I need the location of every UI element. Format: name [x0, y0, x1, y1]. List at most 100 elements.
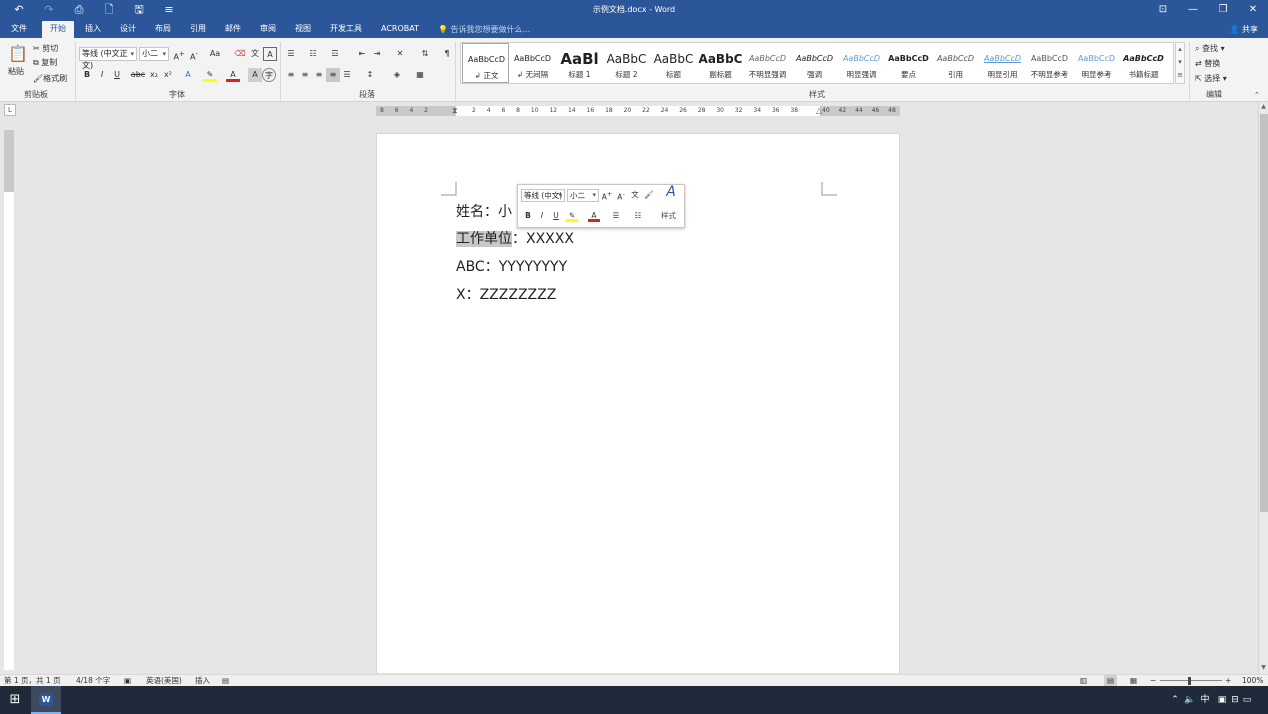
subscript-button[interactable]: x₂ — [147, 68, 161, 82]
style-quote[interactable]: AaBbCcD 引用 — [932, 43, 979, 83]
mini-highlight-icon[interactable]: ✎ — [566, 210, 578, 222]
mini-format-painter-icon[interactable]: 🖌 — [643, 189, 655, 201]
restore-button[interactable]: ❐ — [1208, 0, 1238, 20]
font-size-combo[interactable]: 小二 — [139, 47, 169, 61]
superscript-button[interactable]: x² — [161, 68, 175, 82]
scrollbar-thumb[interactable] — [1260, 114, 1268, 512]
zoom-slider-thumb[interactable] — [1188, 677, 1191, 685]
decrease-indent-icon[interactable]: ⇤ — [355, 47, 369, 61]
paste-button[interactable]: 粘贴 — [8, 66, 24, 77]
selected-text[interactable]: 工作单位 — [456, 231, 512, 247]
ime-settings-icon[interactable]: ⊟ — [1230, 686, 1240, 714]
minimize-button[interactable]: — — [1178, 0, 1208, 20]
align-center-icon[interactable]: ≡ — [298, 68, 312, 82]
mini-underline-button[interactable]: U — [550, 210, 562, 222]
share-button[interactable]: 👤 共享 — [1229, 21, 1258, 38]
zoom-slider[interactable] — [1160, 680, 1222, 681]
tray-chevron-icon[interactable]: ⌃ — [1168, 686, 1182, 714]
line-spacing-icon[interactable]: ↕ — [363, 68, 377, 82]
notification-icon[interactable]: ▭ — [1240, 686, 1254, 714]
justify-icon[interactable]: ≡ — [326, 68, 340, 82]
italic-button[interactable]: I — [95, 68, 109, 82]
style-book-title[interactable]: AaBbCcD 书籍标题 — [1120, 43, 1167, 83]
shrink-font-button[interactable]: A- — [187, 47, 201, 62]
text-effects-icon[interactable]: A — [181, 68, 195, 82]
tab-view[interactable]: 视图 — [288, 21, 318, 38]
font-name-combo[interactable]: 等线 (中文正文) — [79, 47, 137, 70]
style-no-spacing[interactable]: AaBbCcD ↲ 无间隔 — [509, 43, 556, 83]
multilevel-list-icon[interactable]: ☲ — [328, 47, 342, 61]
indent-marker-icon[interactable]: ⧗ — [452, 106, 458, 116]
ime-mode-icon[interactable]: ▣ — [1215, 686, 1229, 714]
style-normal[interactable]: AaBbCcD ↲ 正文 — [462, 43, 509, 83]
show-marks-icon[interactable]: ¶ — [440, 47, 454, 61]
tab-stop-selector[interactable]: L — [4, 104, 16, 116]
mini-italic-button[interactable]: I — [536, 210, 548, 222]
increase-indent-icon[interactable]: ⇥ — [370, 47, 384, 61]
phonetic-guide-icon[interactable]: 文 — [248, 47, 262, 61]
collapse-ribbon-icon[interactable]: ⌃ — [1254, 91, 1260, 99]
document-line-work-unit[interactable]: 工作单位：XXXXX — [456, 228, 574, 248]
distributed-icon[interactable]: ☰ — [340, 68, 354, 82]
tab-file[interactable]: 文件 — [4, 21, 34, 38]
shading-icon[interactable]: ◈ — [390, 68, 404, 82]
font-color-icon[interactable]: A — [226, 68, 240, 82]
style-subtle-emphasis[interactable]: AaBbCcD 不明显强调 — [744, 43, 791, 83]
style-heading-2[interactable]: AaBbC 标题 2 — [603, 43, 650, 83]
style-emphasis[interactable]: AaBbCcD 强调 — [791, 43, 838, 83]
bullets-icon[interactable]: ☰ — [284, 47, 298, 61]
character-border-icon[interactable]: A — [263, 47, 277, 61]
cut-button[interactable]: ✂ 剪切 — [33, 43, 58, 54]
select-button[interactable]: ⇱ 选择 ▾ — [1195, 73, 1227, 84]
sort-icon[interactable]: ⇅ — [418, 47, 432, 61]
style-subtitle[interactable]: AaBbC 副标题 — [697, 43, 744, 83]
bold-button[interactable]: B — [80, 68, 94, 82]
character-shading-icon[interactable]: A — [248, 68, 262, 82]
find-button[interactable]: ⌕ 查找 ▾ — [1195, 43, 1225, 54]
speaker-icon[interactable]: 🔈 — [1183, 686, 1197, 714]
style-intense-emphasis[interactable]: AaBbCcD 明显强调 — [838, 43, 885, 83]
strikethrough-button[interactable]: abc — [130, 68, 146, 82]
align-left-icon[interactable]: ≡ — [284, 68, 298, 82]
mini-shrink-font-button[interactable]: A- — [615, 189, 627, 202]
tab-design[interactable]: 设计 — [113, 21, 143, 38]
borders-icon[interactable]: ▦ — [413, 68, 427, 82]
underline-button[interactable]: U — [110, 68, 124, 82]
mini-font-color-icon[interactable]: A — [588, 210, 600, 222]
style-title[interactable]: AaBbC 标题 — [650, 43, 697, 83]
tab-mailings[interactable]: 邮件 — [218, 21, 248, 38]
tab-layout[interactable]: 布局 — [148, 21, 178, 38]
style-heading-1[interactable]: AaBl 标题 1 — [556, 43, 603, 83]
highlight-color-icon[interactable]: ✎ — [203, 68, 217, 82]
grow-font-button[interactable]: A+ — [172, 47, 186, 62]
align-right-icon[interactable]: ≡ — [312, 68, 326, 82]
copy-button[interactable]: ⧉ 复制 — [33, 57, 57, 68]
vertical-scrollbar[interactable]: ▲ ▼ — [1258, 102, 1268, 674]
style-subtle-reference[interactable]: AaBbCcD 不明显参考 — [1026, 43, 1073, 83]
mini-phonetic-icon[interactable]: 文 — [629, 189, 641, 201]
enclose-characters-icon[interactable]: 字 — [262, 68, 276, 82]
clipboard-paste-icon[interactable]: 📋 — [8, 44, 28, 63]
ribbon-display-options-icon[interactable]: ⊡ — [1148, 0, 1178, 20]
taskbar-word-app[interactable]: W — [31, 686, 61, 714]
styles-gallery-scroll[interactable]: ▴ ▾ ≡ — [1175, 42, 1185, 84]
tab-acrobat[interactable]: ACROBAT — [376, 21, 424, 38]
mini-bold-button[interactable]: B — [522, 210, 534, 222]
windows-start-icon[interactable]: ⊞ — [0, 686, 30, 714]
scroll-up-icon[interactable]: ▲ — [1259, 102, 1268, 112]
vertical-ruler[interactable] — [4, 130, 14, 670]
tell-me-search[interactable]: 💡 告诉我您想要做什么... — [438, 21, 530, 38]
mini-grow-font-button[interactable]: A+ — [601, 189, 613, 202]
horizontal-ruler[interactable]: 8 6 4 2 2 4 6 8 10 12 14 16 18 20 22 24 … — [376, 106, 900, 116]
right-indent-marker-icon[interactable]: △ — [816, 106, 822, 116]
numbering-icon[interactable]: ☷ — [306, 47, 320, 61]
style-intense-reference[interactable]: AaBbCcD 明显参考 — [1073, 43, 1120, 83]
replace-button[interactable]: ⇄ 替换 — [1195, 58, 1220, 69]
scroll-down-icon[interactable]: ▼ — [1259, 663, 1268, 673]
document-line-abc[interactable]: ABC：YYYYYYYY — [456, 256, 567, 276]
document-line-x[interactable]: X：ZZZZZZZZ — [456, 284, 556, 304]
ime-zh-icon[interactable]: 中 — [1198, 686, 1212, 714]
tab-insert[interactable]: 插入 — [78, 21, 108, 38]
mini-numbering-icon[interactable]: ☷ — [632, 210, 644, 222]
style-strong[interactable]: AaBbCcD 要点 — [885, 43, 932, 83]
